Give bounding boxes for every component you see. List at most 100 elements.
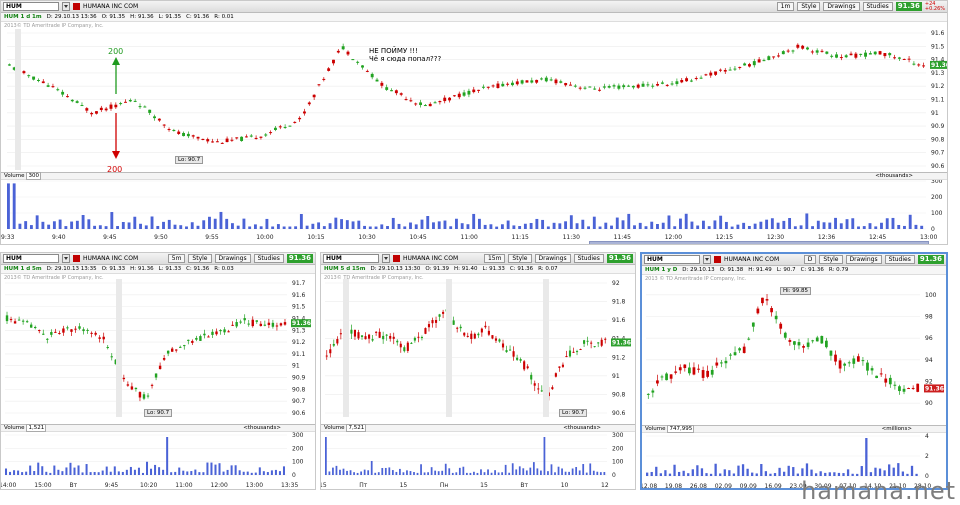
candle <box>491 85 495 87</box>
candle <box>879 373 883 375</box>
volume-bar <box>178 467 181 475</box>
candle <box>902 388 906 392</box>
x-tick-label: 10:15 <box>307 234 324 241</box>
candle <box>442 311 445 314</box>
volume-bar <box>182 470 185 475</box>
y-tick-label: 100 <box>925 292 937 299</box>
candle <box>646 393 650 395</box>
candle <box>849 53 853 56</box>
volume-bar <box>822 222 826 229</box>
candle <box>772 56 776 58</box>
candle <box>378 331 381 338</box>
candle <box>187 339 190 341</box>
chart-canvas-top[interactable]: 91.691.591.491.391.291.19190.990.890.790… <box>1 1 948 245</box>
volume-bar <box>427 472 429 475</box>
candle <box>448 97 452 101</box>
volume-bar <box>741 464 745 476</box>
candle <box>255 320 258 322</box>
candle <box>893 57 897 59</box>
candle <box>533 383 536 386</box>
high-label: Hi: 99.85 <box>780 287 812 295</box>
volume-bar <box>340 219 344 229</box>
y-tick-label: 90.6 <box>931 163 945 170</box>
candle <box>843 363 847 366</box>
volume-bar <box>705 473 708 476</box>
volume-bar <box>856 473 859 476</box>
volume-bar <box>568 471 570 475</box>
volume-bar <box>598 226 602 229</box>
candle <box>797 342 801 346</box>
candle <box>452 320 455 325</box>
candle <box>820 335 824 344</box>
candle <box>259 323 263 327</box>
volume-bar <box>89 472 92 475</box>
candle <box>572 351 575 353</box>
volume-tick-label: 100 <box>292 459 304 466</box>
candle <box>179 346 182 348</box>
volume-bar <box>413 472 415 475</box>
volume-bar <box>317 222 321 229</box>
y-tick-label: 90 <box>925 400 933 407</box>
volume-bar <box>24 221 28 229</box>
y-tick-label: 94 <box>925 357 933 364</box>
candle <box>227 331 230 333</box>
volume-bar <box>646 472 649 476</box>
chart-canvas-bottom-left[interactable]: 91.791.691.591.491.391.291.19190.990.890… <box>1 253 316 490</box>
chart-canvas-bottom-middle[interactable]: 9291.891.691.491.29190.890.691.363002001… <box>321 253 636 490</box>
volume-bar <box>753 223 757 229</box>
volume-bar <box>449 226 453 229</box>
volume-bar <box>589 463 592 475</box>
chart-panel-top[interactable]: HUM HUMANA INC COM 1m Style Drawings Stu… <box>0 0 948 245</box>
candle <box>353 329 357 337</box>
volume-bar <box>888 464 891 476</box>
candle <box>793 341 796 345</box>
volume-bar <box>214 464 217 475</box>
candle <box>351 59 355 61</box>
candle <box>360 335 364 337</box>
volume-bar <box>814 473 818 476</box>
candle <box>32 76 36 80</box>
volume-tick-label: 4 <box>925 433 929 440</box>
volume-bar <box>851 473 854 476</box>
candle <box>128 99 132 102</box>
y-tick-label: 96 <box>925 335 933 342</box>
volume-bar <box>638 222 642 229</box>
chart-panel-bottom-right[interactable]: HUM HUMANA INC COM D Style Drawings Stud… <box>640 252 948 490</box>
candle <box>481 86 485 88</box>
candle <box>104 108 108 111</box>
candle <box>452 95 456 97</box>
candle <box>569 84 572 86</box>
candle <box>748 64 751 67</box>
candle <box>683 364 687 369</box>
candle <box>852 358 856 364</box>
volume-bar <box>93 225 97 229</box>
chart-panel-bottom-middle[interactable]: HUM HUMANA INC COM 15m Style Drawings St… <box>320 252 636 490</box>
volume-bar <box>146 461 149 475</box>
volume-bar <box>426 216 430 229</box>
chart-panel-bottom-left[interactable]: HUM HUMANA INC COM 5m Style Drawings Stu… <box>0 252 316 490</box>
volume-bar <box>828 222 832 229</box>
volume-bar <box>282 466 285 475</box>
candle <box>631 85 635 88</box>
candle <box>459 326 462 329</box>
volume-bar <box>97 472 100 475</box>
volume-bar <box>208 216 211 229</box>
candle <box>501 343 505 348</box>
volume-bar <box>564 471 567 475</box>
x-tick-label: 9:50 <box>154 234 168 241</box>
volume-bar <box>162 469 165 475</box>
y-tick-label: 91.3 <box>931 70 945 77</box>
x-tick-label: 9:33 <box>1 234 15 241</box>
volume-bar <box>915 473 918 476</box>
volume-bar <box>185 226 188 229</box>
volume-bar <box>483 472 486 475</box>
candle <box>177 131 181 134</box>
candle <box>743 63 747 66</box>
candle <box>350 329 353 334</box>
candle <box>756 308 760 314</box>
volume-bar <box>104 226 108 229</box>
x-tick-label: 11:00 <box>461 234 478 241</box>
scrollbar-thumb[interactable] <box>589 241 929 244</box>
volume-bar <box>85 464 88 475</box>
volume-bar <box>441 470 444 475</box>
